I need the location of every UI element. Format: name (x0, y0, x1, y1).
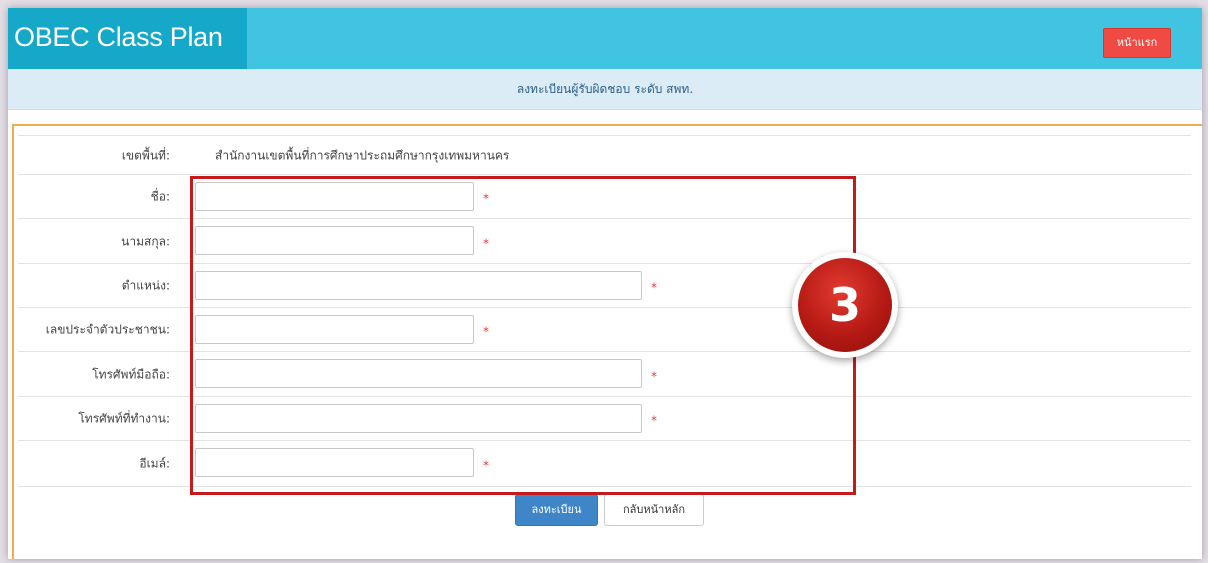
step-badge: 3 (792, 252, 898, 358)
last-name-input[interactable] (195, 226, 474, 255)
mobile-phone-row: โทรศัพท์มือถือ: * (18, 351, 1191, 397)
office-phone-input[interactable] (195, 404, 642, 433)
back-to-main-button[interactable]: กลับหน้าหลัก (604, 494, 704, 526)
area-value: สำนักงานเขตพื้นที่การศึกษาประถมศึกษากรุง… (215, 148, 510, 162)
office-phone-row: โทรศัพท์ที่ทำงาน: * (18, 396, 1191, 441)
app-window: OBEC Class Plan หน้าแรก ลงทะเบียนผู้รับผ… (8, 8, 1202, 559)
email-input[interactable] (195, 448, 474, 477)
first-name-label: ชื่อ: (150, 189, 170, 204)
required-marker: * (651, 280, 657, 295)
required-marker: * (483, 235, 489, 250)
position-input[interactable] (195, 271, 642, 300)
required-marker: * (651, 413, 657, 428)
first-name-row: ชื่อ: * (18, 174, 1191, 219)
page-title: ลงทะเบียนผู้รับผิดชอบ ระดับ สพท. (8, 69, 1202, 110)
position-label: ตำแหน่ง: (121, 278, 170, 293)
email-label: อีเมล์: (139, 456, 170, 470)
last-name-row: นามสกุล: * (18, 218, 1191, 264)
home-button[interactable]: หน้าแรก (1103, 28, 1171, 58)
email-row: อีเมล์: * (18, 440, 1191, 487)
area-row: เขตพื้นที่: สำนักงานเขตพื้นที่การศึกษาปร… (18, 135, 1191, 175)
national-id-row: เลขประจำตัวประชาชน: * (18, 307, 1191, 352)
required-marker: * (483, 191, 489, 206)
step-number: 3 (798, 258, 892, 352)
required-marker: * (483, 324, 489, 339)
mobile-phone-label: โทรศัพท์มือถือ: (92, 367, 170, 381)
register-button[interactable]: ลงทะเบียน (515, 494, 598, 526)
app-brand[interactable]: OBEC Class Plan (8, 8, 247, 69)
first-name-input[interactable] (195, 182, 474, 211)
area-label: เขตพื้นที่: (121, 148, 170, 162)
national-id-input[interactable] (195, 315, 474, 344)
mobile-phone-input[interactable] (195, 359, 642, 388)
required-marker: * (483, 457, 489, 472)
required-marker: * (651, 368, 657, 383)
office-phone-label: โทรศัพท์ที่ทำงาน: (78, 411, 170, 426)
last-name-label: นามสกุล: (121, 234, 170, 248)
top-navbar: OBEC Class Plan หน้าแรก (8, 8, 1202, 69)
national-id-label: เลขประจำตัวประชาชน: (45, 322, 170, 337)
position-row: ตำแหน่ง: * (18, 263, 1191, 308)
